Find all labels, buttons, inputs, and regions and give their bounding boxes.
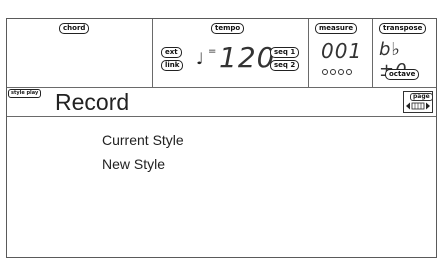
status-bar: chord tempo ext link ♩ = 120 seq 1 seq 2…	[7, 19, 436, 87]
page-header: style play Record page	[7, 87, 436, 117]
beat-dot	[322, 69, 328, 75]
equals-sign: =	[208, 46, 217, 57]
tempo-label[interactable]: tempo	[211, 23, 245, 34]
page-title: Record	[55, 89, 130, 115]
measure-value: 001	[321, 39, 363, 63]
tempo-value: 120	[219, 41, 276, 74]
beat-indicator	[322, 69, 352, 75]
page-arrows-icon[interactable]	[406, 102, 430, 110]
transpose-cell: transpose b♭ ±0 octave	[373, 19, 436, 87]
measure-cell: measure 001	[309, 19, 373, 87]
mode-tag: style play	[8, 89, 42, 98]
link-button[interactable]: link	[161, 60, 184, 71]
measure-label[interactable]: measure	[315, 23, 358, 34]
beat-dot	[330, 69, 336, 75]
menu-item-current-style[interactable]: Current Style	[102, 128, 184, 152]
page-label: page	[410, 93, 433, 101]
seq2-button[interactable]: seq 2	[270, 60, 300, 71]
chord-label[interactable]: chord	[59, 23, 90, 34]
chord-cell: chord	[7, 19, 153, 87]
menu-item-new-style[interactable]: New Style	[102, 152, 184, 176]
tempo-cell: tempo ext link ♩ = 120 seq 1 seq 2	[153, 19, 309, 87]
transpose-label[interactable]: transpose	[379, 23, 427, 34]
octave-label[interactable]: octave	[385, 69, 420, 80]
quarter-note-icon: ♩	[196, 49, 204, 68]
beat-dot	[338, 69, 344, 75]
seq1-button[interactable]: seq 1	[270, 47, 300, 58]
record-menu: Current Style New Style	[102, 128, 184, 176]
ext-button[interactable]: ext	[161, 47, 182, 58]
page-selector[interactable]: page	[403, 91, 433, 113]
beat-dot	[346, 69, 352, 75]
display-panel: chord tempo ext link ♩ = 120 seq 1 seq 2…	[6, 18, 437, 258]
